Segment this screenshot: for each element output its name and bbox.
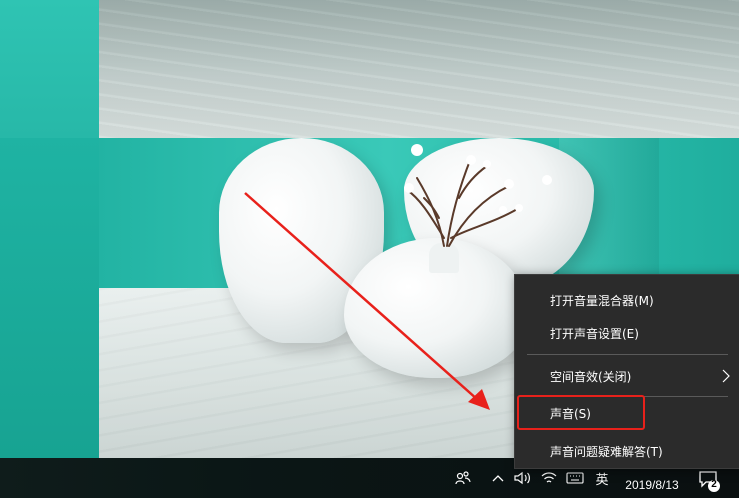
clock-date[interactable]: 2019/8/13 xyxy=(612,478,692,496)
sound-context-menu: 打开音量混合器(M) 打开声音设置(E) 空间音效(关闭) 声音(S) 声音问题… xyxy=(514,274,739,469)
menu-item-troubleshoot-sound[interactable]: 声音问题疑难解答(T) xyxy=(515,436,739,466)
notification-center-icon[interactable]: 2 xyxy=(697,467,723,493)
chevron-right-icon xyxy=(722,369,730,386)
desktop: 英 2019/8/13 2 打开音量混合器(M) 打开声音设置(E) 空间音效(… xyxy=(0,0,739,498)
notification-count: 2 xyxy=(711,479,717,490)
menu-separator xyxy=(527,354,728,355)
menu-item-label: 空间音效(关闭) xyxy=(550,369,632,384)
menu-item-label: 打开声音设置(E) xyxy=(550,326,639,341)
menu-item-spatial-sound[interactable]: 空间音效(关闭) xyxy=(515,361,739,391)
menu-item-label: 打开音量混合器(M) xyxy=(550,293,654,308)
chevron-up-icon[interactable] xyxy=(488,458,508,498)
red-highlight-box xyxy=(517,395,645,430)
menu-item-label: 声音问题疑难解答(T) xyxy=(550,444,663,459)
menu-item-open-sound-settings[interactable]: 打开声音设置(E) xyxy=(515,318,739,348)
people-icon[interactable] xyxy=(451,458,475,498)
menu-item-open-volume-mixer[interactable]: 打开音量混合器(M) xyxy=(515,285,739,315)
